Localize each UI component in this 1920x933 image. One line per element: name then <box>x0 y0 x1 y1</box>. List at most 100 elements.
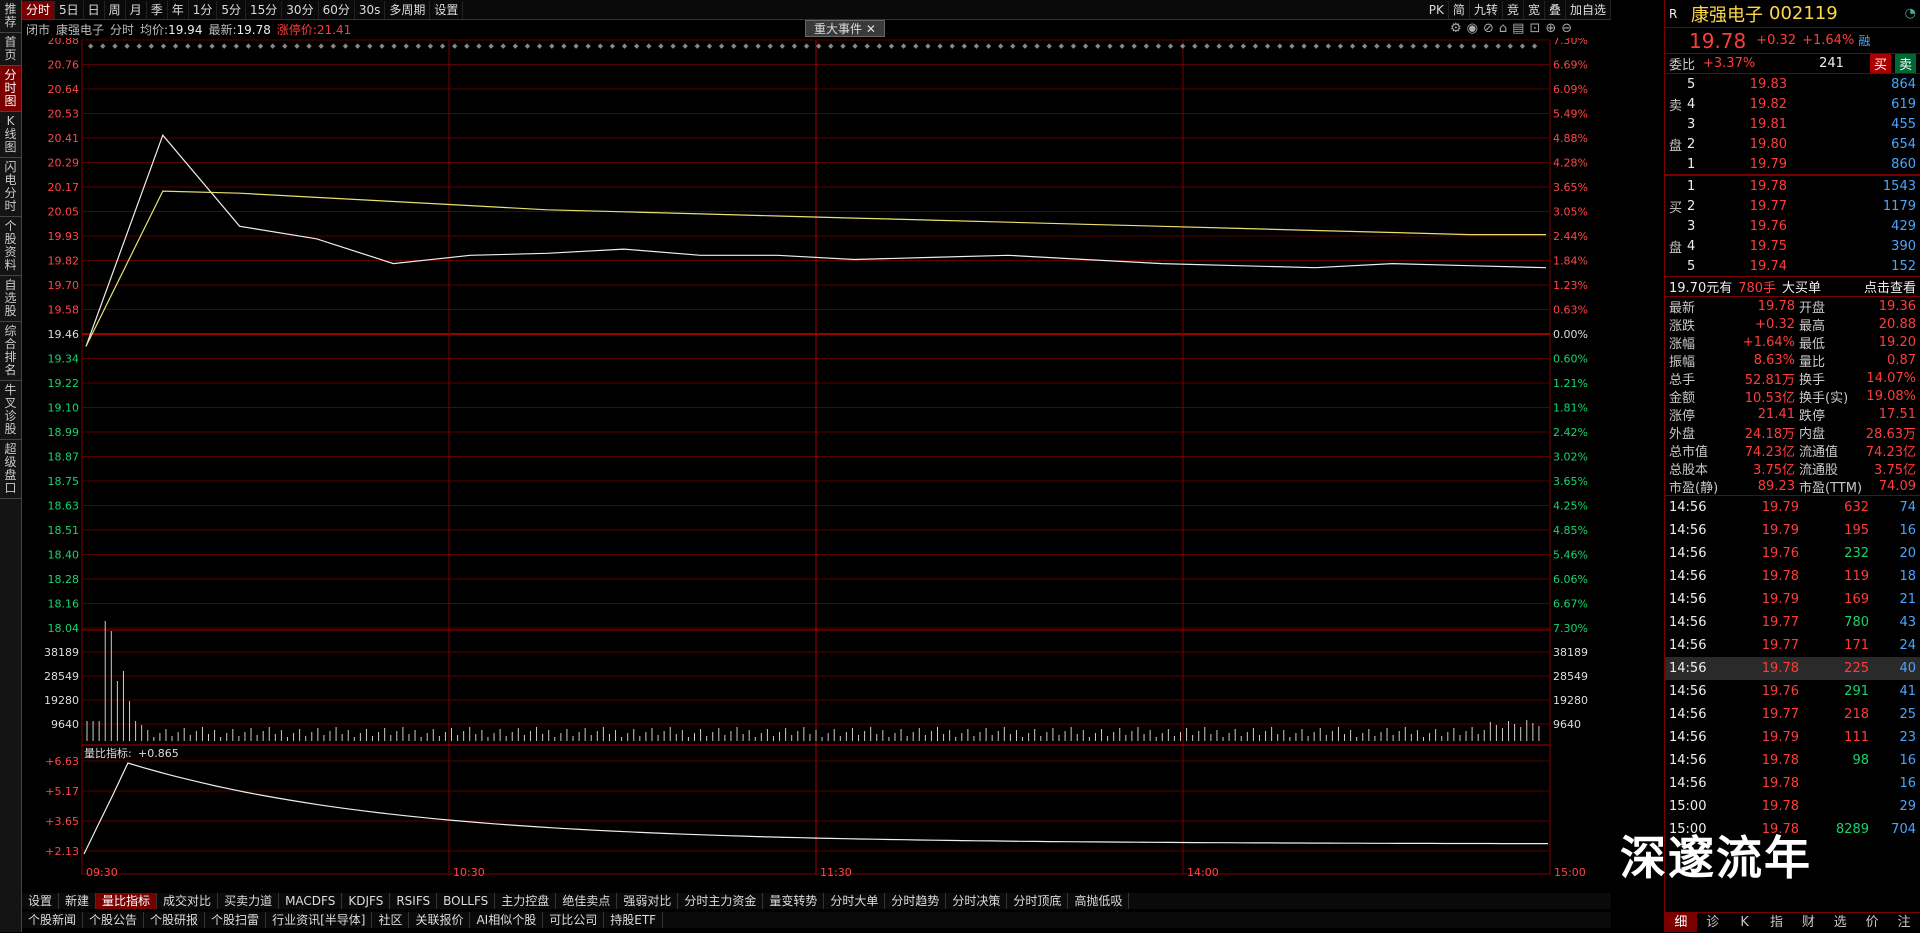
ask-row[interactable]: 1 19.79 860 <box>1665 154 1920 174</box>
period-button-2[interactable]: 日 <box>84 0 105 19</box>
toolbar-right-0[interactable]: PK <box>1425 0 1449 19</box>
sell-button[interactable]: 卖 <box>1894 54 1916 73</box>
panel-tab-0[interactable]: 细 <box>1665 913 1697 932</box>
tick-row[interactable]: 14:56 19.78 98 16 <box>1665 749 1920 772</box>
period-button-12[interactable]: 30s <box>355 0 386 19</box>
news-tab-5[interactable]: 社区 <box>372 912 410 928</box>
tick-list[interactable]: 14:56 19.79 632 74 14:56 19.79 195 16 14:56 19.76… <box>1665 496 1920 841</box>
panel-tab-2[interactable]: K <box>1729 913 1761 932</box>
toolbar-right-4[interactable]: 宽 <box>1524 0 1545 19</box>
news-tab-1[interactable]: 个股公告 <box>83 912 145 928</box>
tick-row[interactable]: 15:00 19.78 29 <box>1665 795 1920 818</box>
indicator-tab-15[interactable]: 分时趋势 <box>885 893 947 909</box>
panel-tab-4[interactable]: 财 <box>1793 913 1825 932</box>
indicator-tab-14[interactable]: 分时大单 <box>824 893 886 909</box>
bid-row[interactable]: 买 2 19.77 1179 <box>1665 196 1920 216</box>
tick-row[interactable]: 14:56 19.78 16 <box>1665 772 1920 795</box>
tick-row[interactable]: 14:56 19.77 780 43 <box>1665 611 1920 634</box>
indicator-tab-5[interactable]: MACDFS <box>279 893 343 909</box>
news-tab-4[interactable]: 行业资讯[半导体] <box>266 912 373 928</box>
period-button-5[interactable]: 季 <box>147 0 168 19</box>
lock-icon[interactable]: ⊡ <box>1529 21 1540 36</box>
toolbar-right-5[interactable]: 叠 <box>1545 0 1566 19</box>
indicator-tab-11[interactable]: 强弱对比 <box>617 893 679 909</box>
zoom-in-icon[interactable]: ⊕ <box>1545 21 1556 36</box>
news-tab-2[interactable]: 个股研报 <box>144 912 206 928</box>
tick-row[interactable]: 14:56 19.79 195 16 <box>1665 519 1920 542</box>
tick-row[interactable]: 14:56 19.79 632 74 <box>1665 496 1920 519</box>
panel-tab-3[interactable]: 指 <box>1761 913 1793 932</box>
left-tab-7[interactable]: 综合排名 <box>0 322 21 381</box>
buy-button[interactable]: 买 <box>1869 54 1891 73</box>
print-icon[interactable]: ▤ <box>1512 21 1524 36</box>
left-tab-0[interactable]: 推荐 <box>0 0 21 33</box>
bid-row[interactable]: 1 19.78 1543 <box>1665 176 1920 196</box>
toolbar-right-6[interactable]: 加自选 <box>1566 0 1611 19</box>
tick-row[interactable]: 14:56 19.78 119 18 <box>1665 565 1920 588</box>
period-button-1[interactable]: 5日 <box>55 0 84 19</box>
news-tab-0[interactable]: 个股新闻 <box>22 912 84 928</box>
period-button-8[interactable]: 5分 <box>217 0 247 19</box>
toolbar-right-3[interactable]: 竞 <box>1503 0 1524 19</box>
period-button-11[interactable]: 60分 <box>319 0 355 19</box>
left-tab-4[interactable]: 闪电分时 <box>0 158 21 217</box>
tick-row[interactable]: 14:56 19.79 169 21 <box>1665 588 1920 611</box>
major-event-button[interactable]: 重大事件 ✕ <box>805 20 885 37</box>
eye-icon[interactable]: ◉ <box>1467 21 1478 36</box>
news-tab-7[interactable]: AI相似个股 <box>470 912 544 928</box>
left-tab-2[interactable]: 分时图 <box>0 66 21 112</box>
period-button-3[interactable]: 周 <box>105 0 126 19</box>
panel-tab-7[interactable]: 注 <box>1888 913 1920 932</box>
indicator-tab-17[interactable]: 分时顶底 <box>1007 893 1069 909</box>
period-button-4[interactable]: 月 <box>126 0 147 19</box>
indicator-tab-6[interactable]: KDJFS <box>342 893 391 909</box>
period-button-0[interactable]: 分时 <box>22 0 56 19</box>
ask-row[interactable]: 卖 4 19.82 619 <box>1665 94 1920 114</box>
period-button-14[interactable]: 设置 <box>430 0 464 19</box>
panel-tab-5[interactable]: 选 <box>1824 913 1856 932</box>
toolbar-right-2[interactable]: 九转 <box>1470 0 1503 19</box>
period-button-7[interactable]: 1分 <box>189 0 218 19</box>
home-icon[interactable]: ⌂ <box>1499 21 1507 36</box>
period-button-13[interactable]: 多周期 <box>385 0 431 19</box>
bid-row[interactable]: 3 19.76 429 <box>1665 216 1920 236</box>
indicator-tab-10[interactable]: 绝佳卖点 <box>556 893 618 909</box>
tick-row[interactable]: 14:56 19.77 218 25 <box>1665 703 1920 726</box>
news-tab-6[interactable]: 关联报价 <box>409 912 471 928</box>
left-tab-3[interactable]: K线图 <box>0 112 21 158</box>
indicator-tab-9[interactable]: 主力控盘 <box>495 893 557 909</box>
left-tab-8[interactable]: 牛叉诊股 <box>0 381 21 440</box>
indicator-tab-7[interactable]: RSIFS <box>390 893 438 909</box>
indicator-tab-16[interactable]: 分时决策 <box>946 893 1008 909</box>
indicator-tab-1[interactable]: 新建 <box>59 893 97 909</box>
tick-row[interactable]: 14:56 19.76 232 20 <box>1665 542 1920 565</box>
chart-icon[interactable]: ◔ <box>1905 6 1916 21</box>
left-tab-9[interactable]: 超级盘口 <box>0 440 21 499</box>
period-button-10[interactable]: 30分 <box>282 0 319 19</box>
panel-tab-1[interactable]: 诊 <box>1697 913 1729 932</box>
tick-row[interactable]: 14:56 19.78 225 40 <box>1665 657 1920 680</box>
intraday-chart[interactable]: 20.88 7.30% 20.76 6.69% 20.64 6.09% 20.53 5.49%… <box>22 38 1611 878</box>
indicator-tab-8[interactable]: BOLLFS <box>437 893 496 909</box>
big-order-link[interactable]: 点击查看 <box>1864 277 1916 296</box>
ask-row[interactable]: 5 19.83 864 <box>1665 74 1920 94</box>
left-tab-6[interactable]: 自选股 <box>0 276 21 322</box>
tick-row[interactable]: 14:56 19.79 111 23 <box>1665 726 1920 749</box>
indicator-tab-2[interactable]: 量比指标 <box>96 893 158 909</box>
news-tab-8[interactable]: 可比公司 <box>543 912 605 928</box>
tick-row[interactable]: 14:56 19.76 291 41 <box>1665 680 1920 703</box>
indicator-tab-0[interactable]: 设置 <box>22 893 60 909</box>
left-tab-5[interactable]: 个股资料 <box>0 217 21 276</box>
bid-row[interactable]: 盘 4 19.75 390 <box>1665 236 1920 256</box>
bid-row[interactable]: 5 19.74 152 <box>1665 256 1920 276</box>
indicator-tab-4[interactable]: 买卖力道 <box>218 893 280 909</box>
period-button-9[interactable]: 15分 <box>246 0 283 19</box>
tick-row[interactable]: 14:56 19.77 171 24 <box>1665 634 1920 657</box>
settings-icon[interactable]: ⚙ <box>1450 21 1462 36</box>
zoom-out-icon[interactable]: ⊖ <box>1561 21 1572 36</box>
indicator-tab-12[interactable]: 分时主力资金 <box>678 893 764 909</box>
filter-icon[interactable]: ⊘ <box>1483 21 1494 36</box>
period-button-6[interactable]: 年 <box>168 0 189 19</box>
news-tab-3[interactable]: 个股扫雷 <box>205 912 267 928</box>
ask-row[interactable]: 3 19.81 455 <box>1665 114 1920 134</box>
